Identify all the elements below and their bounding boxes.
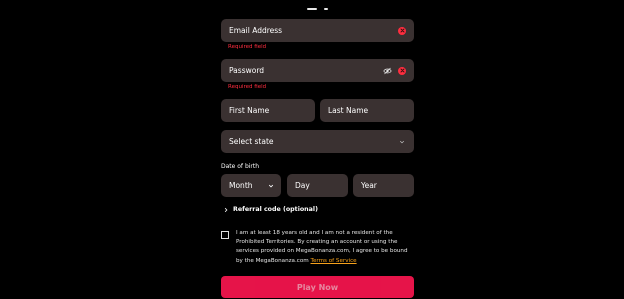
step-indicator-inactive (324, 8, 328, 10)
password-placeholder: Password (229, 66, 265, 75)
first-name-field[interactable]: First Name (221, 99, 315, 122)
step-indicator-active (307, 8, 317, 10)
referral-label: Referral code (optional) (233, 206, 318, 213)
chevron-down-icon (268, 183, 274, 189)
play-now-label: Play Now (296, 282, 339, 292)
chevron-right-icon (224, 207, 228, 213)
dob-day-field[interactable]: Day (287, 174, 348, 197)
dob-label: Date of birth (221, 163, 260, 170)
terms-of-service-link[interactable]: Terms of Service (311, 258, 357, 264)
step-indicator (307, 6, 329, 10)
last-name-placeholder: Last Name (328, 106, 369, 115)
dob-month-value: Month (229, 181, 253, 190)
state-select[interactable]: Select state (221, 130, 414, 153)
password-field[interactable]: Password (221, 59, 414, 82)
terms-text: I am at least 18 years old and I am not … (236, 229, 414, 266)
dob-day-placeholder: Day (295, 181, 310, 190)
dob-year-placeholder: Year (361, 181, 377, 190)
play-now-button[interactable]: Play Now (221, 276, 414, 298)
state-select-value: Select state (229, 137, 274, 146)
error-icon (398, 66, 406, 75)
dob-year-field[interactable]: Year (353, 174, 414, 197)
error-icon (398, 26, 406, 35)
first-name-placeholder: First Name (229, 106, 270, 115)
signup-form: Email Address Required field Password Re… (0, 0, 624, 299)
email-error: Required field (228, 44, 267, 50)
terms-checkbox[interactable] (221, 231, 229, 239)
dob-month-select[interactable]: Month (221, 174, 281, 197)
email-placeholder: Email Address (229, 26, 283, 35)
eye-slash-icon[interactable] (383, 67, 392, 75)
last-name-field[interactable]: Last Name (320, 99, 414, 122)
email-field[interactable]: Email Address (221, 19, 414, 42)
chevron-down-icon (399, 139, 405, 145)
password-error: Required field (228, 84, 267, 90)
referral-toggle[interactable]: Referral code (optional) (224, 206, 318, 213)
